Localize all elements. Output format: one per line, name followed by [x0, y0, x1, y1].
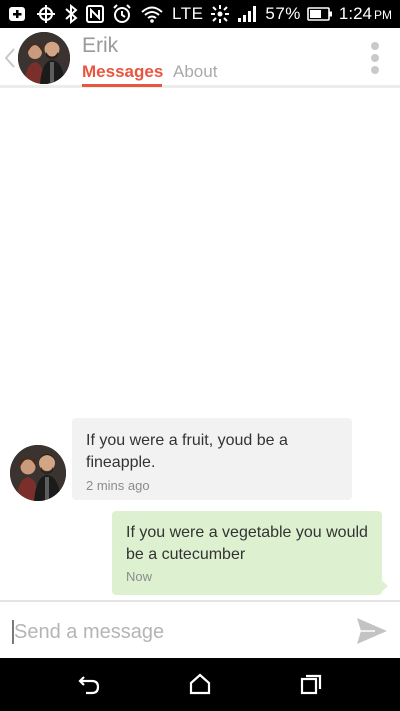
active-tab-indicator: [82, 84, 162, 87]
sender-avatar[interactable]: [10, 445, 66, 501]
outgoing-message-bubble[interactable]: If you were a vegetable you would be a c…: [112, 511, 382, 595]
plus-badge-icon: [8, 4, 28, 24]
outgoing-bubble-tail: [378, 577, 388, 595]
chat-header: Erik Messages About: [0, 28, 400, 88]
system-nav-bar: [0, 658, 400, 711]
tab-messages[interactable]: Messages: [82, 62, 163, 82]
clock: 1:24 PM: [339, 4, 392, 24]
message-composer: [0, 600, 400, 658]
contact-name: Erik: [82, 34, 119, 57]
back-chevron-icon[interactable]: [4, 46, 16, 70]
bluetooth-icon: [64, 4, 78, 24]
message-timestamp: 2 mins ago: [86, 478, 150, 493]
status-bar: LTE 57% 1:24 PM: [0, 0, 400, 28]
message-input[interactable]: [14, 614, 334, 650]
home-icon[interactable]: [188, 672, 212, 696]
network-label: LTE: [172, 4, 204, 23]
signal-icon: [237, 4, 259, 24]
contact-avatar[interactable]: [18, 32, 70, 84]
clock-ampm: PM: [374, 8, 392, 22]
data-arrows-icon: [209, 4, 231, 24]
incoming-message-bubble[interactable]: If you were a fruit, youd be a fineapple…: [72, 418, 352, 500]
battery-percent: 57%: [265, 4, 301, 23]
status-icons-left: LTE: [8, 4, 203, 24]
recents-icon[interactable]: [299, 672, 323, 696]
nfc-icon: [86, 4, 104, 24]
battery-icon: [307, 4, 333, 24]
message-text: If you were a vegetable you would be a c…: [126, 524, 368, 563]
more-vertical-icon[interactable]: [370, 42, 380, 74]
crosshair-icon: [36, 4, 56, 24]
more-dot: [371, 42, 379, 50]
status-icons-right: 57% 1:24 PM: [209, 4, 392, 24]
message-list[interactable]: If you were a fruit, youd be a fineapple…: [0, 91, 400, 600]
tab-about[interactable]: About: [173, 62, 217, 82]
message-text: If you were a fruit, youd be a fineapple…: [86, 432, 288, 471]
more-dot: [371, 66, 379, 74]
more-dot: [371, 54, 379, 62]
message-timestamp: Now: [126, 569, 153, 584]
wifi-icon: [140, 4, 164, 24]
back-icon[interactable]: [77, 672, 101, 696]
clock-time: 1:24: [338, 4, 372, 23]
send-icon[interactable]: [354, 614, 390, 648]
alarm-icon: [112, 4, 132, 24]
